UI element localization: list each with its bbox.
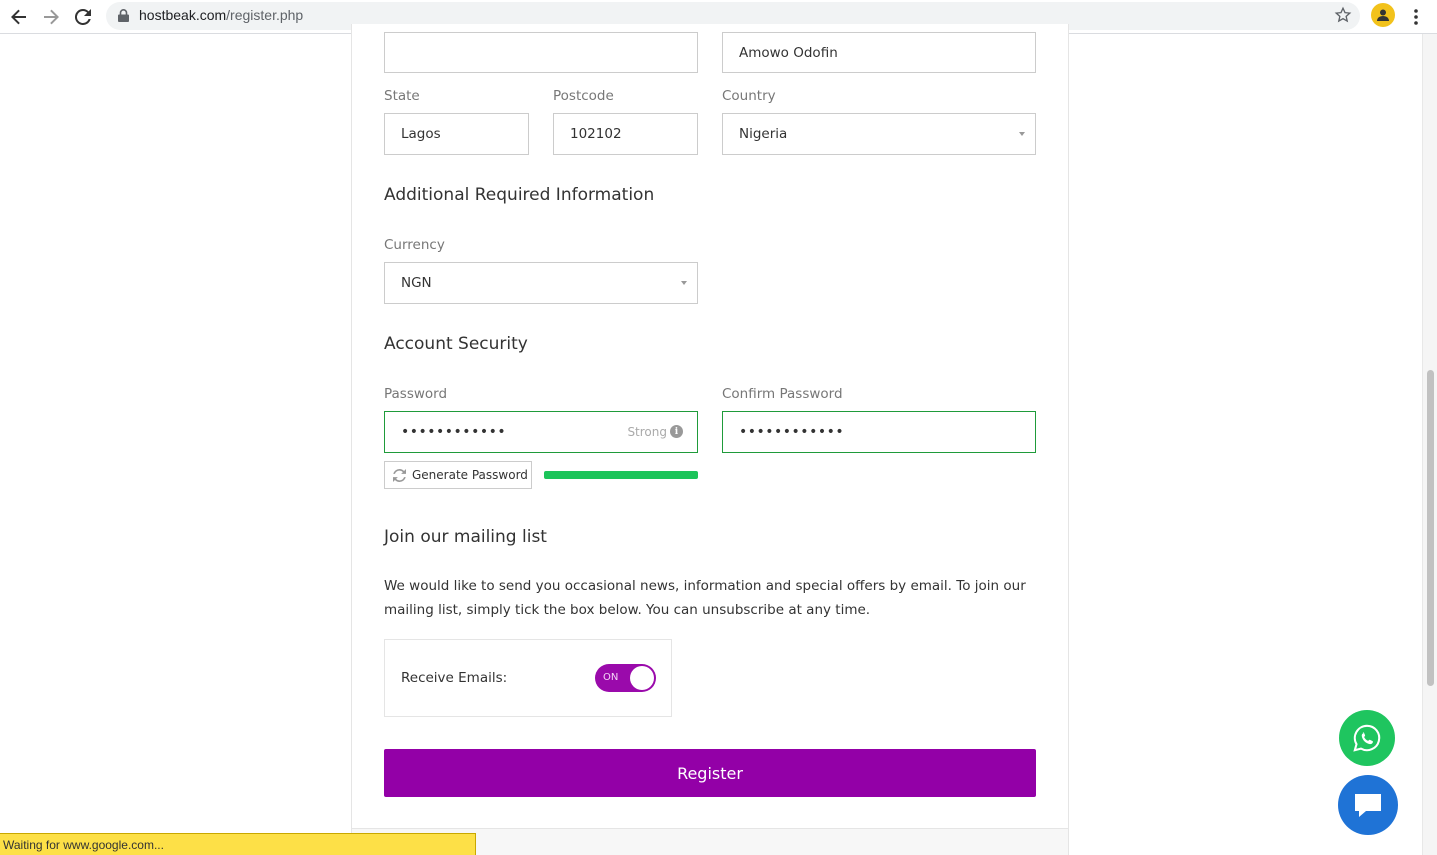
kebab-menu-icon (1414, 9, 1418, 25)
password-input[interactable]: •••••••••••• Strong i (384, 411, 698, 453)
password-strength-text: Strong (627, 425, 667, 439)
live-chat-button[interactable] (1338, 775, 1398, 835)
lock-icon (118, 9, 129, 22)
reload-button[interactable] (70, 4, 96, 30)
state-label: State (384, 88, 420, 104)
browser-status-bar: Waiting for www.google.com... (0, 833, 476, 855)
back-arrow-icon (11, 9, 26, 25)
password-strength-meter (544, 471, 698, 479)
receive-emails-toggle[interactable]: ON (595, 664, 656, 692)
profile-button[interactable] (1371, 3, 1395, 27)
password-label: Password (384, 386, 448, 402)
password-value: •••••••••••• (401, 424, 507, 440)
state-input[interactable]: Lagos (384, 113, 529, 155)
country-select[interactable]: Nigeria (722, 113, 1036, 155)
confirm-password-input[interactable]: •••••••••••• (722, 411, 1036, 453)
receive-emails-box: Receive Emails: ON (384, 639, 672, 717)
currency-value: NGN (401, 275, 432, 291)
reload-icon (75, 9, 91, 25)
country-value: Nigeria (739, 126, 788, 142)
generate-password-label: Generate Password (412, 468, 528, 482)
register-button[interactable]: Register (384, 749, 1036, 797)
url-text: hostbeak.com/register.php (139, 7, 304, 23)
receive-emails-label: Receive Emails: (401, 670, 508, 686)
refresh-icon (393, 468, 406, 482)
mailing-list-heading: Join our mailing list (384, 527, 547, 547)
browser-menu-button[interactable] (1406, 5, 1426, 29)
chat-bubble-icon (1355, 794, 1381, 817)
page-viewport: Amowo Odofin State Lagos Postcode 102102… (0, 24, 1422, 855)
scrollbar-thumb[interactable] (1427, 370, 1434, 686)
forward-arrow-icon (44, 9, 59, 25)
currency-select[interactable]: NGN (384, 262, 698, 304)
postcode-input[interactable]: 102102 (553, 113, 698, 155)
currency-label: Currency (384, 237, 445, 253)
mailing-list-description: We would like to send you occasional new… (384, 578, 1026, 618)
country-label: Country (722, 88, 776, 104)
toggle-state-text: ON (603, 672, 619, 683)
whatsapp-icon (1353, 724, 1381, 752)
postcode-label: Postcode (553, 88, 614, 104)
profile-icon (1377, 9, 1389, 21)
forward-button[interactable] (38, 4, 64, 30)
vertical-scrollbar[interactable] (1422, 34, 1437, 855)
toggle-knob (630, 666, 654, 690)
additional-info-heading: Additional Required Information (384, 185, 655, 205)
chevron-down-icon (681, 281, 687, 285)
confirm-password-label: Confirm Password (722, 386, 843, 402)
star-icon[interactable] (1334, 6, 1352, 24)
whatsapp-button[interactable] (1339, 710, 1395, 766)
city-input[interactable]: Amowo Odofin (722, 32, 1036, 73)
back-button[interactable] (6, 4, 32, 30)
info-icon[interactable]: i (670, 425, 683, 438)
chevron-down-icon (1019, 132, 1025, 136)
account-security-heading: Account Security (384, 334, 528, 354)
confirm-password-value: •••••••••••• (739, 424, 845, 440)
address2-input[interactable] (384, 32, 698, 73)
generate-password-button[interactable]: Generate Password (384, 461, 532, 489)
